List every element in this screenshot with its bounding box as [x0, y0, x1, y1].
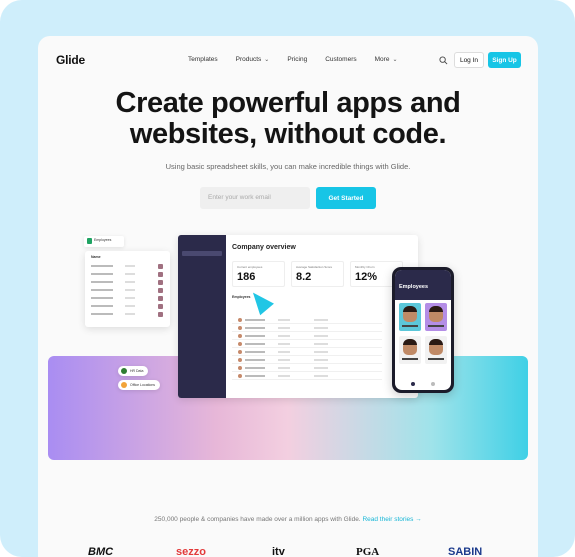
- employee-card: [399, 303, 421, 331]
- hero-subtitle: Using basic spreadsheet skills, you can …: [165, 162, 411, 171]
- nav-link-more[interactable]: More ⌄: [375, 56, 398, 63]
- table-row: [232, 349, 382, 356]
- read-stories-link[interactable]: Read their stories →: [362, 516, 421, 523]
- mockup-sidebar-item: [182, 251, 222, 256]
- data-source-pill: Office Locations: [118, 380, 161, 390]
- employee-card: [425, 303, 447, 331]
- tab-icon[interactable]: [411, 382, 415, 386]
- mockup-title: Company overview: [232, 244, 296, 251]
- list-widget: Name: [85, 251, 170, 327]
- customer-logo: PGA: [356, 546, 380, 557]
- desktop-app-mockup: Company overview Current employees 186 A…: [178, 235, 418, 398]
- nav-link-pricing[interactable]: Pricing: [287, 56, 307, 63]
- table-row: [232, 341, 382, 348]
- list-item: [89, 280, 166, 286]
- phone-screen: Employees: [395, 270, 451, 390]
- table-row: [232, 333, 382, 340]
- stat-card: Current employees 186: [232, 261, 285, 287]
- nav-links: Templates Products ⌄ Pricing Customers M…: [188, 56, 415, 63]
- nav-link-templates[interactable]: Templates: [188, 56, 218, 63]
- email-input[interactable]: Enter your work email: [200, 187, 310, 209]
- mockup-sidebar-item: [182, 259, 222, 264]
- data-source-icon: [121, 382, 127, 388]
- list-item: [89, 288, 166, 294]
- table-row: [232, 373, 382, 380]
- mockup-sidebar-item: [182, 275, 222, 280]
- get-started-button[interactable]: Get Started: [316, 187, 376, 209]
- nav-link-customers[interactable]: Customers: [325, 56, 356, 63]
- table-row: [232, 317, 382, 324]
- data-source-pill: HR Data: [118, 366, 149, 376]
- hero-title: Create powerful apps and websites, witho…: [115, 87, 461, 150]
- list-item: [89, 264, 166, 270]
- search-icon[interactable]: [439, 56, 448, 65]
- nav-link-products[interactable]: Products ⌄: [236, 56, 270, 63]
- customer-logo: sezzo: [176, 546, 206, 557]
- mockup-sidebar: [178, 235, 226, 398]
- customer-logo: itv: [272, 546, 285, 557]
- list-item: [89, 312, 166, 318]
- signup-button[interactable]: Sign Up: [488, 52, 521, 68]
- list-item: [89, 304, 166, 310]
- mockup-main: Company overview Current employees 186 A…: [226, 235, 418, 398]
- table-row: [232, 365, 382, 372]
- customer-logos: BMC sezzo itv PGA SABIN: [38, 546, 538, 557]
- social-proof: 250,000 people & companies have made ove…: [154, 516, 422, 523]
- top-nav: Glide Templates Products ⌄ Pricing Custo…: [38, 36, 538, 84]
- data-source-icon: [121, 368, 127, 374]
- page-frame: Glide Templates Products ⌄ Pricing Custo…: [0, 0, 575, 557]
- login-button[interactable]: Log In: [454, 52, 484, 68]
- employee-card: [425, 336, 447, 364]
- mockup-sidebar-item: [182, 267, 222, 272]
- list-item: [89, 296, 166, 302]
- table-row: [232, 357, 382, 364]
- table-row: [232, 325, 382, 332]
- spreadsheet-icon: [87, 238, 92, 244]
- customer-logo: BMC: [88, 546, 114, 557]
- glide-logo[interactable]: Glide: [56, 53, 85, 67]
- phone-header: Employees: [395, 270, 451, 300]
- stat-card: Average Satisfaction Score 8.2: [291, 261, 344, 287]
- list-item: [89, 272, 166, 278]
- tab-icon[interactable]: [431, 382, 435, 386]
- chevron-down-icon: ⌄: [264, 57, 270, 63]
- phone-app-mockup: Employees: [392, 267, 454, 393]
- chevron-down-icon: ⌄: [392, 57, 398, 63]
- sheet-tag: Employees: [84, 236, 124, 247]
- employee-card: [399, 336, 421, 364]
- customer-logo: SABIN: [448, 546, 483, 557]
